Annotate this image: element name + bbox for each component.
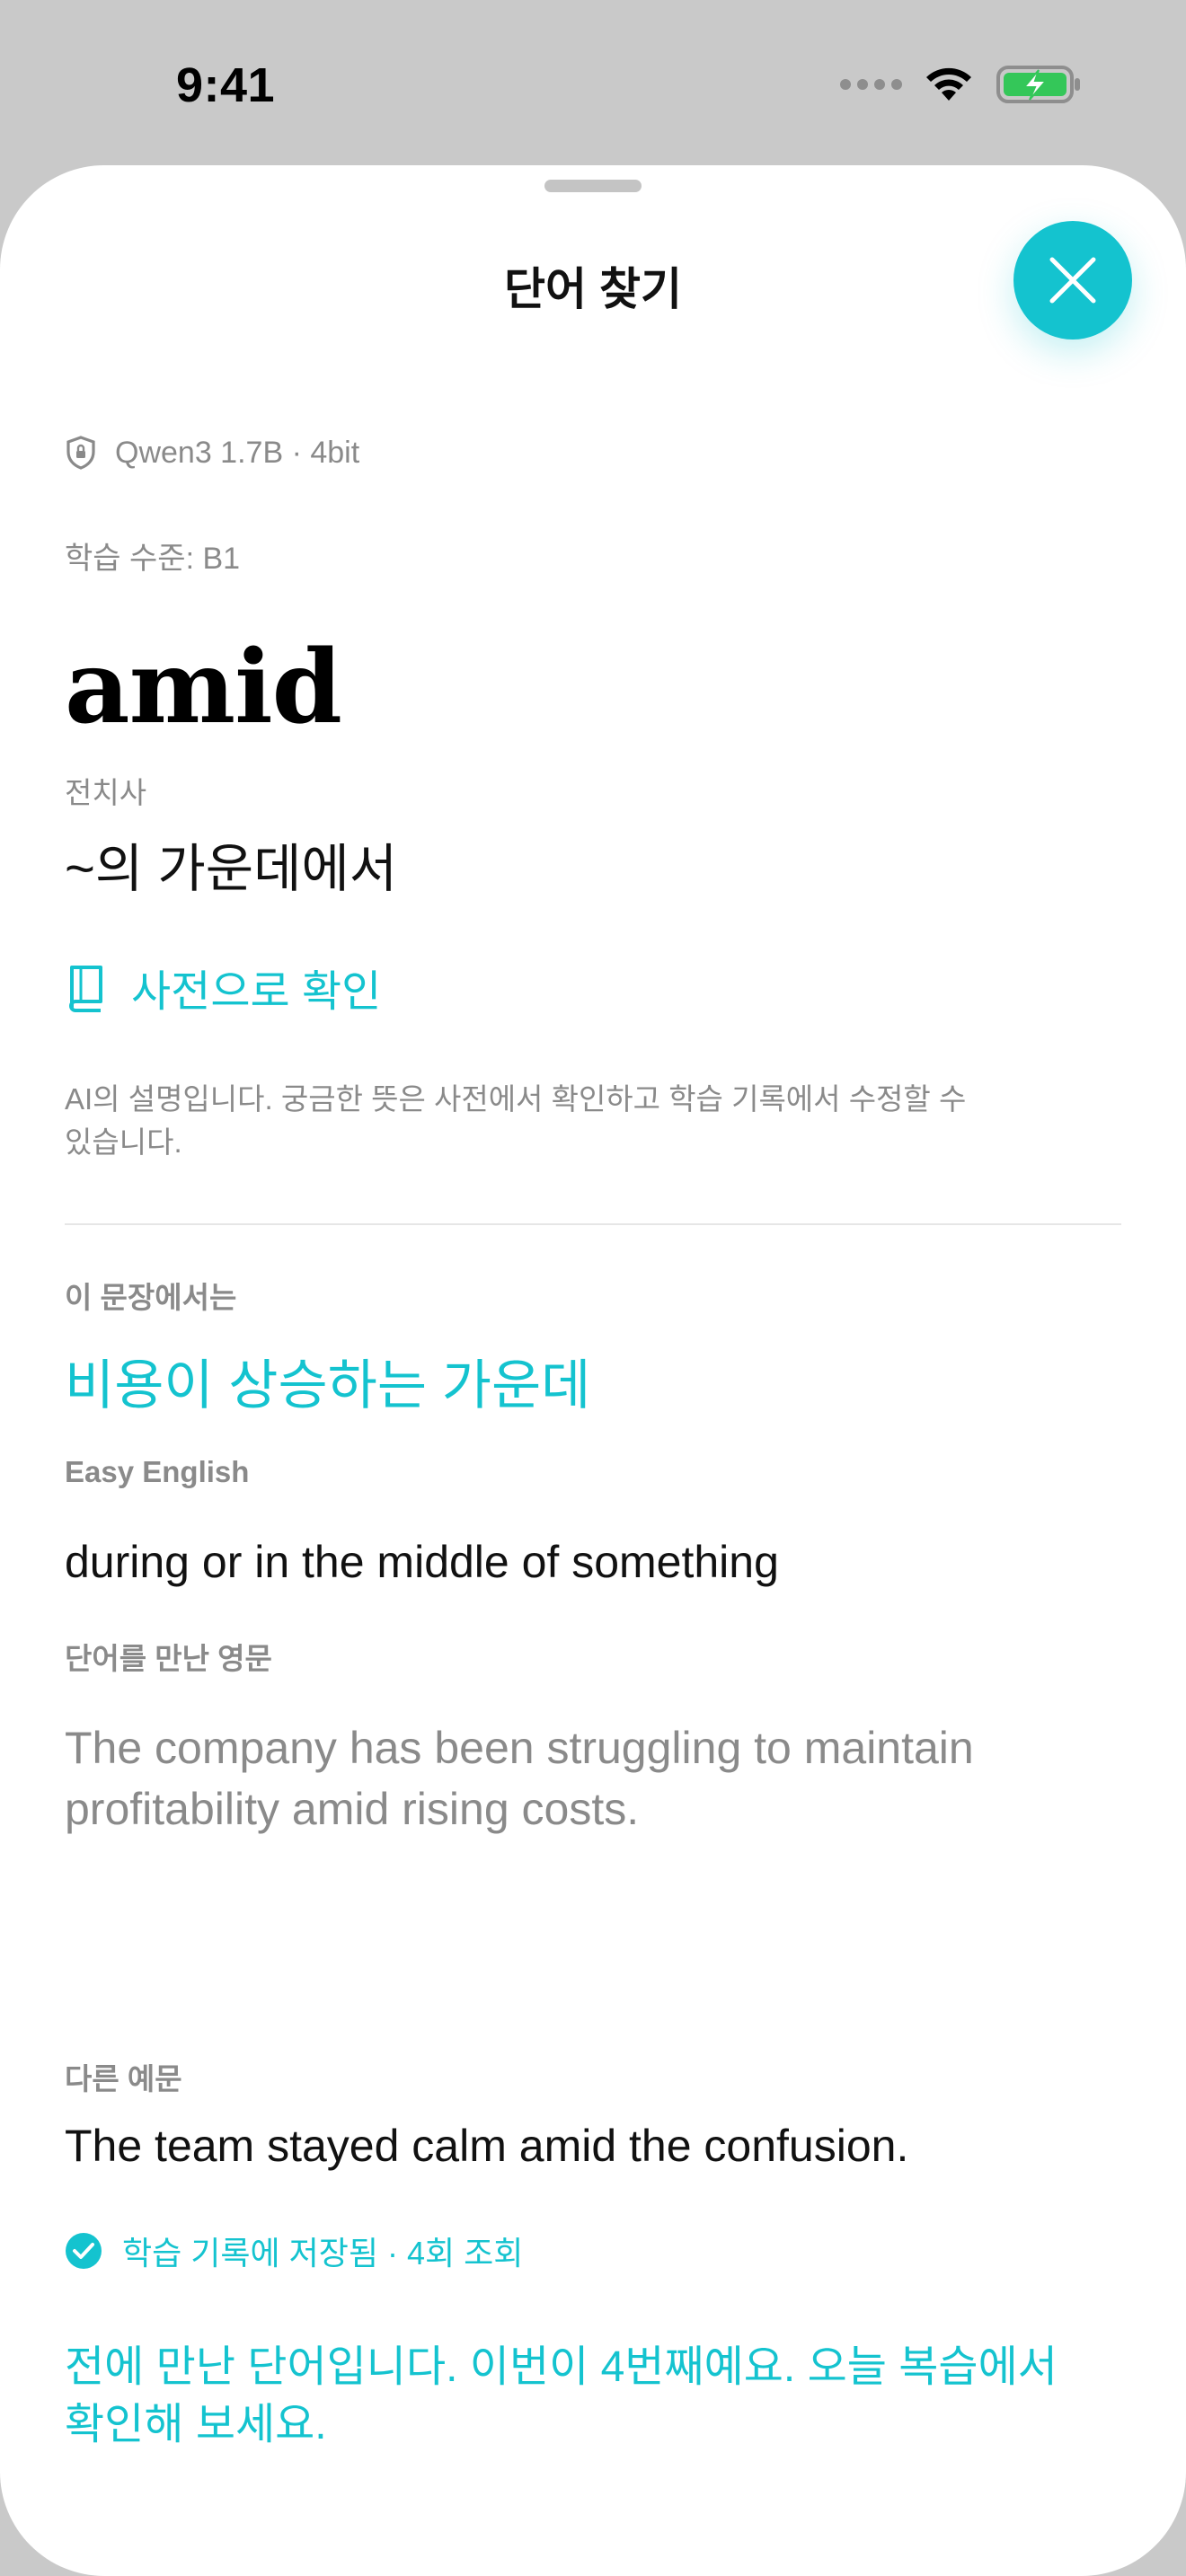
wifi-icon <box>926 67 971 101</box>
status-bar: 9:41 <box>0 0 1186 165</box>
other-example-label: 다른 예문 <box>65 2062 182 2095</box>
cellular-signal-icon <box>840 79 902 90</box>
model-label: Qwen3 1.7B · 4bit <box>115 435 360 470</box>
shield-icon <box>66 436 95 470</box>
battery-charging-icon <box>996 66 1080 103</box>
other-example-sentence: The team stayed calm amid the confusion. <box>65 2121 909 2171</box>
review-note: 전에 만난 단어입니다. 이번이 4번째예요. 오늘 복습에서 확인해 보세요. <box>65 2343 1058 2448</box>
check-dictionary-button[interactable]: 사전으로 확인 <box>65 956 381 1019</box>
word-lookup-sheet: 단어 찾기 Qwen3 1.7B · 4bit 학습 수준: B1 amid 전… <box>0 165 1186 2576</box>
close-icon <box>1049 257 1096 304</box>
saved-status: 학습 기록에 저장됨 · 4회 조회 <box>65 2228 523 2274</box>
saved-status-label: 학습 기록에 저장됨 · 4회 조회 <box>122 2235 524 2272</box>
learning-level: 학습 수준: B1 <box>65 542 241 576</box>
part-of-speech: 전치사 <box>65 776 147 809</box>
headword: amid <box>65 629 342 746</box>
source-sentence: The company has been struggling to maint… <box>65 1723 974 1834</box>
ai-disclaimer: AI의 설명입니다. 궁금한 뜻은 사전에서 확인하고 학습 기록에서 수정할 … <box>65 1082 967 1159</box>
model-info: Qwen3 1.7B · 4bit <box>65 435 359 471</box>
status-icons <box>840 63 1082 106</box>
word-meaning: ~의 가운데에서 <box>65 840 398 898</box>
check-dictionary-label: 사전으로 확인 <box>131 968 382 1016</box>
status-time: 9:41 <box>176 58 276 112</box>
context-meaning: 비용이 상승하는 가운데 <box>65 1355 591 1416</box>
book-icon <box>69 966 102 1012</box>
sheet-grabber[interactable] <box>544 180 642 192</box>
source-sentence-label: 단어를 만난 영문 <box>65 1642 272 1675</box>
sheet-title: 단어 찾기 <box>504 264 682 314</box>
easy-english-definition: during or in the middle of something <box>65 1537 779 1587</box>
easy-english-label: Easy English <box>65 1455 250 1488</box>
checkmark-circle-icon <box>66 2233 102 2269</box>
close-button[interactable] <box>1013 221 1132 340</box>
divider <box>65 1223 1121 1225</box>
context-label: 이 문장에서는 <box>65 1281 237 1314</box>
